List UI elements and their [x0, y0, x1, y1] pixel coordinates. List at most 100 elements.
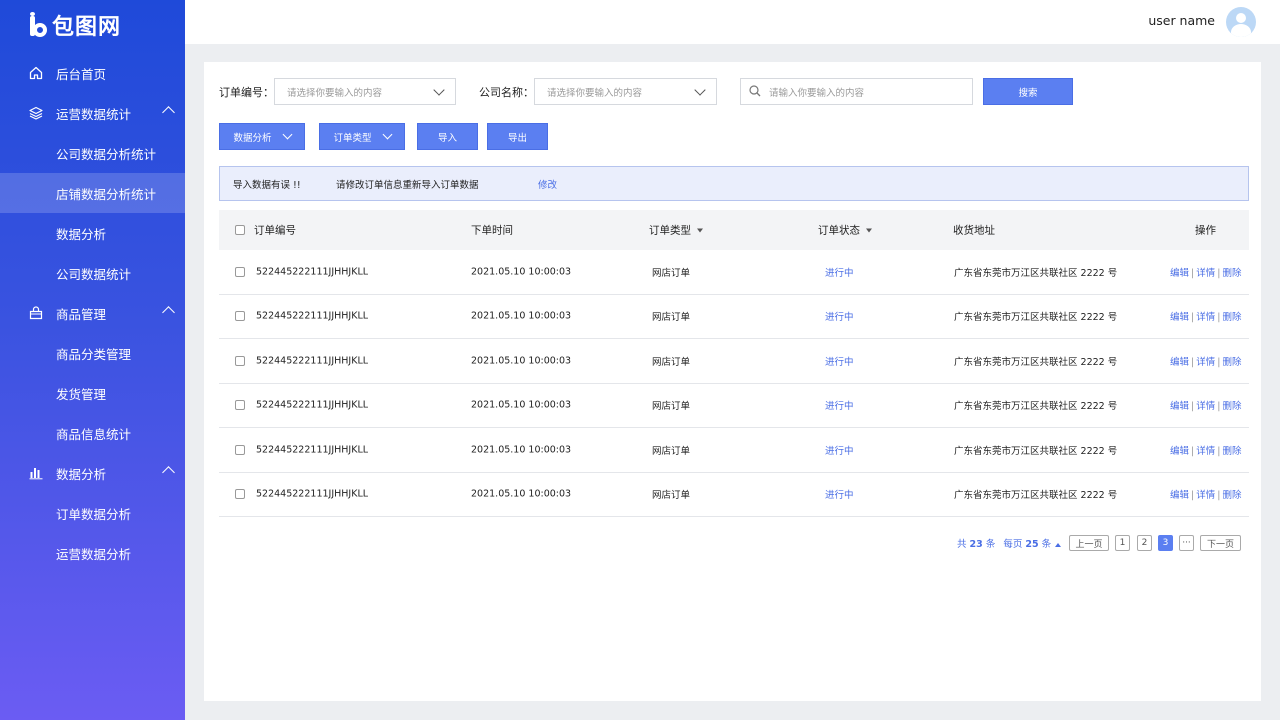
delete-link[interactable]: 删除 — [1222, 446, 1241, 457]
page-1-button[interactable]: 1 — [1115, 535, 1130, 551]
edit-link[interactable]: 编辑 — [1170, 312, 1189, 323]
delete-link[interactable]: 删除 — [1222, 312, 1241, 323]
row-checkbox[interactable] — [235, 400, 245, 411]
caret-up-icon — [1055, 543, 1062, 547]
bar-chart-icon — [28, 465, 44, 481]
search-input[interactable]: 请输入你要输入的内容 — [740, 78, 973, 105]
delete-link[interactable]: 删除 — [1222, 401, 1241, 412]
order-type-dropdown[interactable]: 订单类型 — [319, 123, 405, 150]
data-analysis-dropdown[interactable]: 数据分析 — [219, 123, 305, 150]
table-row: 522445222111JJHHJKLL 2021.05.10 10:00:03 网… — [219, 384, 1249, 428]
row-operations: 编辑 | 详情 | 删除 — [1170, 309, 1241, 323]
header-order-type[interactable]: 订单类型 — [649, 223, 703, 238]
row-checkbox[interactable] — [235, 311, 245, 322]
sidebar-item-company-stats[interactable]: 公司数据统计 — [0, 253, 185, 293]
detail-link[interactable]: 详情 — [1196, 446, 1215, 457]
order-no-placeholder: 请选择你要输入的内容 — [287, 87, 383, 99]
order-status-cell: 进行中 — [825, 267, 854, 279]
sidebar-item-label: 运营数据统计 — [56, 106, 132, 122]
sidebar-item-data-analysis[interactable]: 数据分析 — [0, 213, 185, 253]
sidebar-item-order-analysis[interactable]: 订单数据分析 — [0, 493, 185, 533]
row-checkbox[interactable] — [235, 266, 245, 277]
edit-link[interactable]: 编辑 — [1170, 268, 1189, 279]
delete-link[interactable]: 删除 — [1222, 268, 1241, 279]
header-address: 收货地址 — [953, 224, 995, 237]
alert-edit-link[interactable]: 修改 — [538, 177, 557, 191]
sidebar-item-label: 公司数据分析统计 — [56, 146, 157, 162]
next-page-button[interactable]: 下一页 — [1200, 535, 1241, 551]
order-type-cell: 网店订单 — [652, 401, 691, 413]
edit-link[interactable]: 编辑 — [1170, 401, 1189, 412]
page-3-button[interactable]: 3 — [1158, 535, 1173, 551]
header-order-status-label: 订单状态 — [818, 224, 860, 237]
row-checkbox[interactable] — [235, 444, 245, 455]
sidebar-item-home[interactable]: 后台首页 — [0, 53, 185, 93]
detail-link[interactable]: 详情 — [1196, 268, 1215, 279]
sidebar-item-category[interactable]: 商品分类管理 — [0, 333, 185, 373]
edit-link[interactable]: 编辑 — [1170, 446, 1189, 457]
edit-link[interactable]: 编辑 — [1170, 490, 1189, 501]
order-time-cell: 2021.05.10 10:00:03 — [471, 488, 572, 500]
sidebar-item-product-info[interactable]: 商品信息统计 — [0, 413, 185, 453]
row-checkbox[interactable] — [235, 355, 245, 366]
search-button[interactable]: 搜索 — [983, 78, 1073, 105]
sidebar-item-shipping[interactable]: 发货管理 — [0, 373, 185, 413]
sidebar-item-ops-analysis[interactable]: 运营数据分析 — [0, 533, 185, 573]
export-button[interactable]: 导出 — [487, 123, 548, 150]
more-pages-button[interactable]: ··· — [1179, 535, 1194, 551]
order-status-cell: 进行中 — [825, 490, 854, 502]
order-status-cell: 进行中 — [825, 312, 854, 324]
ops-separator: | — [1217, 312, 1221, 324]
edit-link[interactable]: 编辑 — [1170, 357, 1189, 368]
sidebar-item-company-analysis[interactable]: 公司数据分析统计 — [0, 133, 185, 173]
company-select[interactable]: 请选择你要输入的内容 — [534, 78, 717, 105]
header-order-status[interactable]: 订单状态 — [818, 223, 872, 238]
table-row: 522445222111JJHHJKLL 2021.05.10 10:00:03 网… — [219, 339, 1249, 384]
sidebar-group-analysis[interactable]: 数据分析 — [0, 453, 185, 493]
page-2-button[interactable]: 2 — [1137, 535, 1152, 551]
sidebar-item-label: 运营数据分析 — [56, 546, 132, 562]
header-order-type-label: 订单类型 — [649, 224, 691, 237]
order-no-cell: 522445222111JJHHJKLL — [256, 355, 369, 367]
order-type-label: 订单类型 — [333, 132, 372, 144]
pagination-summary: 共 23 条 每页 25 条 — [957, 535, 1062, 551]
sidebar-group-products[interactable]: 商品管理 — [0, 293, 185, 333]
home-icon — [28, 65, 44, 81]
order-type-cell: 网店订单 — [652, 356, 691, 368]
sidebar-nav: 后台首页 运营数据统计 公司数据分析统计 店铺数据分析统计 数据分析 公司数据统… — [0, 53, 185, 573]
avatar[interactable] — [1226, 7, 1256, 37]
address-cell: 广东省东莞市万江区共联社区 2222 号 — [954, 445, 1118, 457]
import-button[interactable]: 导入 — [417, 123, 478, 150]
orders-table: 订单编号 下单时间 订单类型 订单状态 收货地址 操作 522445222111… — [219, 210, 1249, 517]
table-header: 订单编号 下单时间 订单类型 订单状态 收货地址 操作 — [219, 210, 1249, 250]
total-prefix: 共 — [957, 539, 967, 550]
order-no-select[interactable]: 请选择你要输入的内容 — [274, 78, 456, 105]
detail-link[interactable]: 详情 — [1196, 490, 1215, 501]
user-name[interactable]: user name — [1148, 13, 1215, 28]
order-time-cell: 2021.05.10 10:00:03 — [471, 266, 572, 278]
ops-separator: | — [1217, 490, 1221, 502]
sidebar-group-operations[interactable]: 运营数据统计 — [0, 93, 185, 133]
main-panel: 订单编号： 请选择你要输入的内容 公司名称： 请选择你要输入的内容 请输入你要输… — [204, 62, 1261, 701]
order-status-cell: 进行中 — [825, 445, 854, 457]
per-page-suffix: 条 — [1041, 539, 1052, 550]
order-time-cell: 2021.05.10 10:00:03 — [471, 310, 572, 322]
delete-link[interactable]: 删除 — [1222, 357, 1241, 368]
order-status-cell: 进行中 — [825, 401, 854, 413]
order-status-cell: 进行中 — [825, 356, 854, 368]
detail-link[interactable]: 详情 — [1196, 312, 1215, 323]
logo[interactable]: 包图网 — [28, 10, 121, 40]
select-all-checkbox[interactable] — [235, 225, 245, 235]
prev-page-button[interactable]: 上一页 — [1069, 535, 1109, 551]
per-page-select[interactable]: 每页 25 条 — [1003, 536, 1062, 550]
row-operations: 编辑 | 详情 | 删除 — [1170, 398, 1241, 412]
table-row: 522445222111JJHHJKLL 2021.05.10 10:00:03 网… — [219, 428, 1249, 473]
order-type-cell: 网店订单 — [652, 490, 691, 502]
order-time-cell: 2021.05.10 10:00:03 — [471, 399, 572, 411]
sidebar-item-store-analysis[interactable]: 店铺数据分析统计 — [0, 173, 185, 213]
detail-link[interactable]: 详情 — [1196, 357, 1215, 368]
sort-down-icon — [866, 228, 872, 233]
delete-link[interactable]: 删除 — [1222, 490, 1241, 501]
row-checkbox[interactable] — [235, 489, 245, 500]
detail-link[interactable]: 详情 — [1196, 401, 1215, 412]
